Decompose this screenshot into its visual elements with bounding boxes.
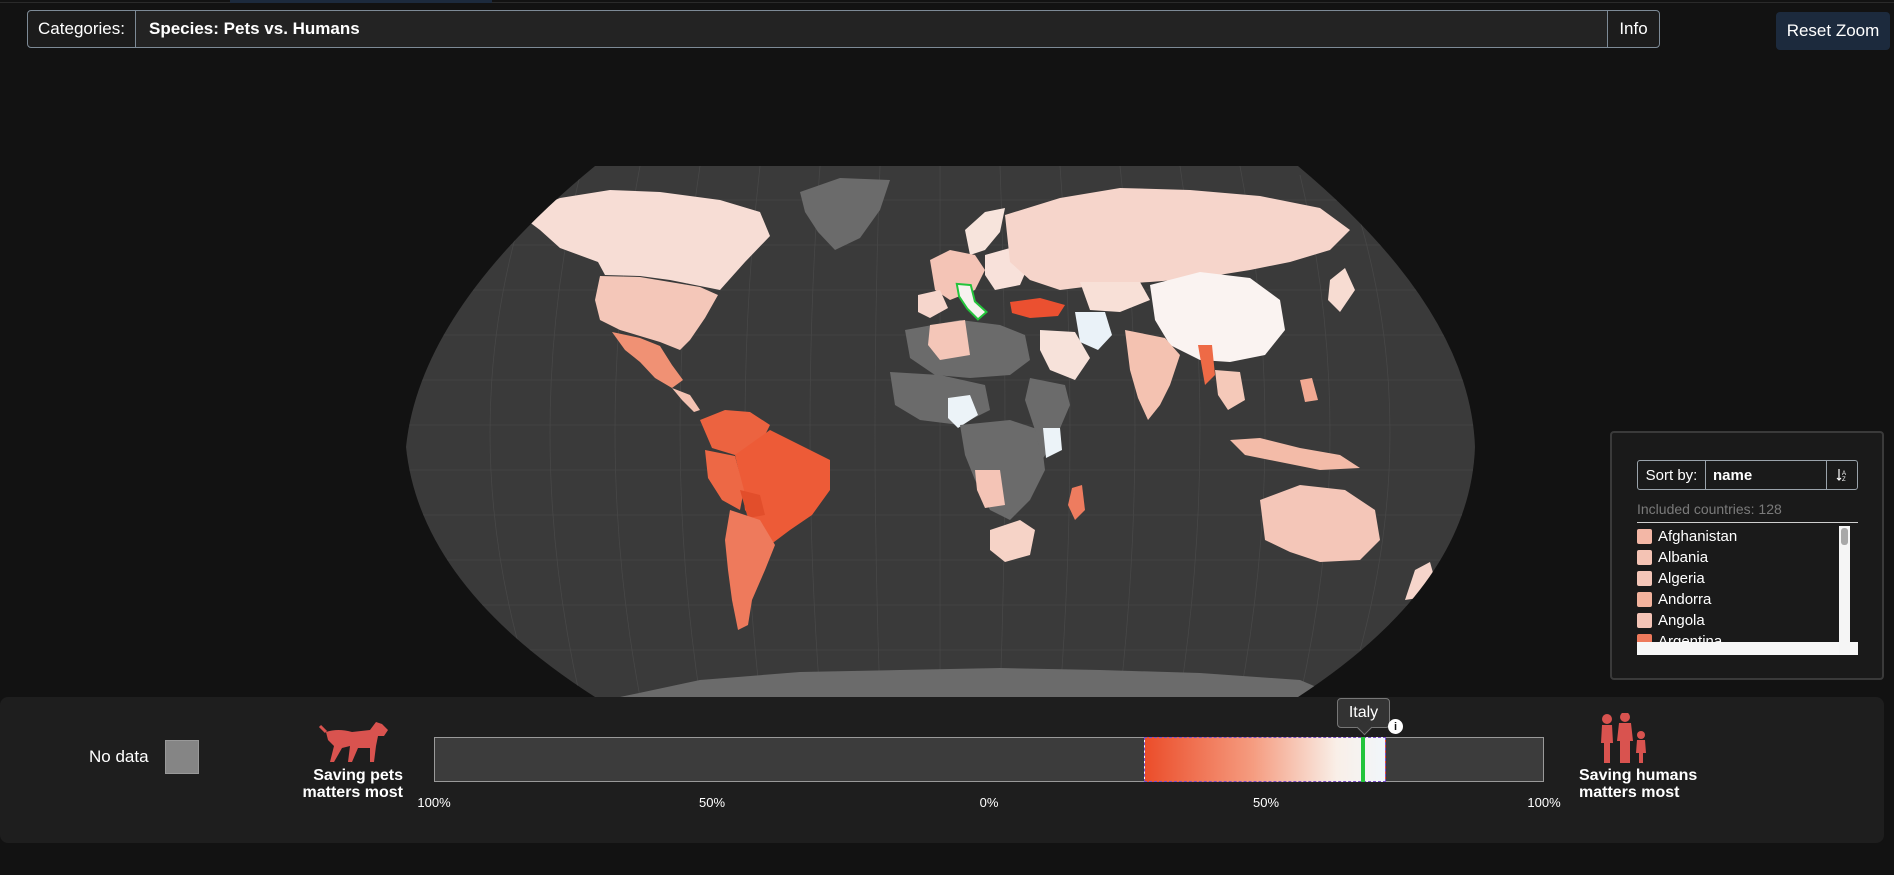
tick-label: 50%: [698, 795, 726, 810]
country-name: Andorra: [1658, 591, 1712, 608]
info-button[interactable]: Info: [1607, 11, 1659, 47]
selected-country-marker[interactable]: [1361, 737, 1365, 782]
sort-control: Sort by: name AZ: [1637, 460, 1858, 490]
list-item[interactable]: Angola: [1637, 610, 1858, 631]
color-swatch: [1637, 592, 1652, 607]
tick-label: 50%: [1252, 795, 1280, 810]
tick-label: 100%: [417, 795, 451, 810]
svg-text:Z: Z: [1842, 477, 1846, 482]
color-swatch: [1637, 634, 1652, 642]
no-data-label: No data: [89, 747, 149, 766]
info-icon[interactable]: i: [1388, 719, 1403, 734]
country-name: Afghanistan: [1658, 528, 1738, 545]
app-root: Categories: Species: Pets vs. Humans Inf…: [0, 0, 1894, 875]
pets-label: Saving pets matters most: [283, 767, 403, 801]
dog-icon: [318, 722, 388, 762]
reset-zoom-button[interactable]: Reset Zoom: [1776, 12, 1890, 50]
scale-range-gradient: [1144, 737, 1386, 782]
country-name: Algeria: [1658, 570, 1705, 587]
tick-label: 0%: [979, 795, 999, 810]
country-list[interactable]: Afghanistan Albania Algeria Andorra Ango…: [1637, 526, 1858, 655]
sort-ascending-icon: AZ: [1836, 469, 1846, 482]
list-item[interactable]: Andorra: [1637, 589, 1858, 610]
sort-direction-button[interactable]: AZ: [1826, 461, 1857, 489]
categories-label: Categories:: [28, 11, 136, 47]
pets-label-line2: matters most: [302, 784, 403, 801]
humans-label-line2: matters most: [1579, 784, 1680, 801]
country-name: Argentina: [1658, 633, 1723, 650]
humans-label-line1: Saving humans: [1579, 767, 1698, 784]
country-tooltip: Italy: [1337, 698, 1390, 728]
included-countries-count: Included countries: 128: [1637, 501, 1858, 523]
list-item[interactable]: Algeria: [1637, 568, 1858, 589]
category-dropdown[interactable]: Species: Pets vs. Humans: [136, 11, 1607, 47]
humans-icon: [1601, 713, 1646, 763]
tick-label: 100%: [1527, 795, 1561, 810]
pets-label-line1: Saving pets: [313, 767, 403, 784]
color-swatch: [1637, 613, 1652, 628]
category-selector: Categories: Species: Pets vs. Humans Inf…: [27, 10, 1660, 48]
color-swatch: [1637, 550, 1652, 565]
humans-label: Saving humans matters most: [1579, 767, 1719, 801]
list-item[interactable]: Afghanistan: [1637, 526, 1858, 547]
color-swatch: [1637, 571, 1652, 586]
color-swatch: [1637, 529, 1652, 544]
sort-by-label: Sort by:: [1638, 461, 1706, 489]
country-name: Angola: [1658, 612, 1705, 629]
list-item[interactable]: Albania: [1637, 547, 1858, 568]
no-data-swatch: [165, 740, 199, 774]
country-name: Albania: [1658, 549, 1709, 566]
scrollbar-thumb[interactable]: [1841, 528, 1848, 545]
list-item[interactable]: Argentina: [1637, 631, 1858, 650]
sort-field-select[interactable]: name: [1706, 461, 1826, 489]
list-scrollbar[interactable]: [1839, 526, 1850, 654]
